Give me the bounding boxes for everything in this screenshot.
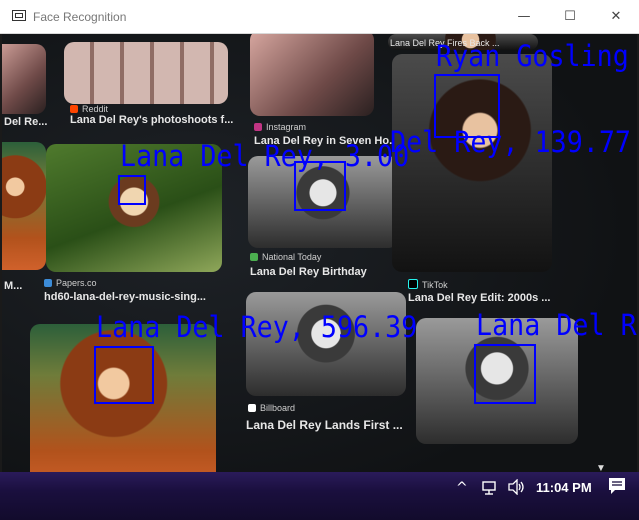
card-left-mid — [2, 142, 46, 270]
maximize-button[interactable]: ☐ — [547, 0, 593, 34]
card-source-reddit: Reddit — [70, 104, 108, 114]
reddit-icon — [70, 105, 78, 113]
card-source-billboard: Billboard — [248, 403, 295, 413]
minimize-button[interactable]: — — [501, 0, 547, 34]
card-source-tiktok: TikTok — [408, 279, 448, 290]
tiktok-icon — [408, 279, 418, 289]
detection-label-lana-right: Lana Del R — [476, 308, 637, 342]
face-box-lana-right — [474, 344, 536, 404]
billboard-icon — [248, 404, 256, 412]
app-window-icon — [12, 10, 26, 21]
instagram-icon — [254, 123, 262, 131]
detection-label-lana-139: Del Rey, 139.77 — [390, 125, 631, 159]
card-caption-left-mid: M... — [4, 280, 23, 292]
detection-label-lana-3: Lana Del Rey, 3.00 — [120, 139, 410, 173]
card-caption-papersco: hd60-lana-del-rey-music-sing... — [44, 291, 206, 303]
card-billboard-image — [246, 292, 406, 396]
volume-icon[interactable] — [508, 478, 526, 496]
card-source-label: Papers.co — [56, 278, 97, 288]
card-source-label: TikTok — [422, 280, 448, 290]
close-icon: ✕ — [610, 9, 622, 24]
camera-frame: Del Re... M... Reddit Lana Del Rey's pho… — [2, 34, 637, 520]
face-box-lana-596 — [94, 346, 154, 404]
window-titlebar: Face Recognition — ☐ ✕ — [0, 0, 639, 34]
minimize-icon: — — [517, 9, 531, 24]
face-box-lana-3 — [118, 175, 146, 205]
close-button[interactable]: ✕ — [593, 0, 639, 34]
card-source-label: Reddit — [82, 104, 109, 114]
card-caption-left-top: Del Re... — [4, 116, 48, 128]
window-title: Face Recognition — [33, 10, 127, 24]
card-source-label: Billboard — [260, 403, 296, 413]
clock-time[interactable]: 11:04 PM — [536, 480, 592, 495]
card-source-instagram: Instagram — [254, 122, 306, 132]
card-caption-tiktok: Lana Del Rey Edit: 2000s ... — [408, 292, 551, 304]
card-reddit-image — [64, 42, 228, 104]
detection-label-lana-596: Lana Del Rey, 596.39 — [96, 310, 418, 344]
notification-icon[interactable] — [607, 476, 627, 496]
card-left-top — [2, 44, 46, 114]
card-caption-reddit: Lana Del Rey's photoshoots f... — [70, 114, 234, 126]
taskbar: ^ 11:04 PM — [0, 472, 639, 520]
card-source-nationaltoday: National Today — [250, 252, 321, 262]
card-source-label: National Today — [262, 252, 322, 262]
papersco-icon — [44, 279, 52, 287]
card-caption-nationaltoday: Lana Del Rey Birthday — [250, 266, 367, 278]
card-caption-billboard: Lana Del Rey Lands First ... — [246, 418, 403, 432]
card-source-papersco: Papers.co — [44, 278, 97, 288]
card-source-label: Instagram — [266, 122, 307, 132]
card-instagram-top-image — [250, 34, 374, 116]
maximize-icon: ☐ — [564, 9, 576, 24]
detection-label-ryan-gosling: Ryan Gosling — [436, 39, 629, 73]
network-icon[interactable] — [482, 480, 500, 495]
show-hidden-icons-chevron[interactable]: ^ — [456, 480, 468, 496]
nationaltoday-icon — [250, 253, 258, 261]
